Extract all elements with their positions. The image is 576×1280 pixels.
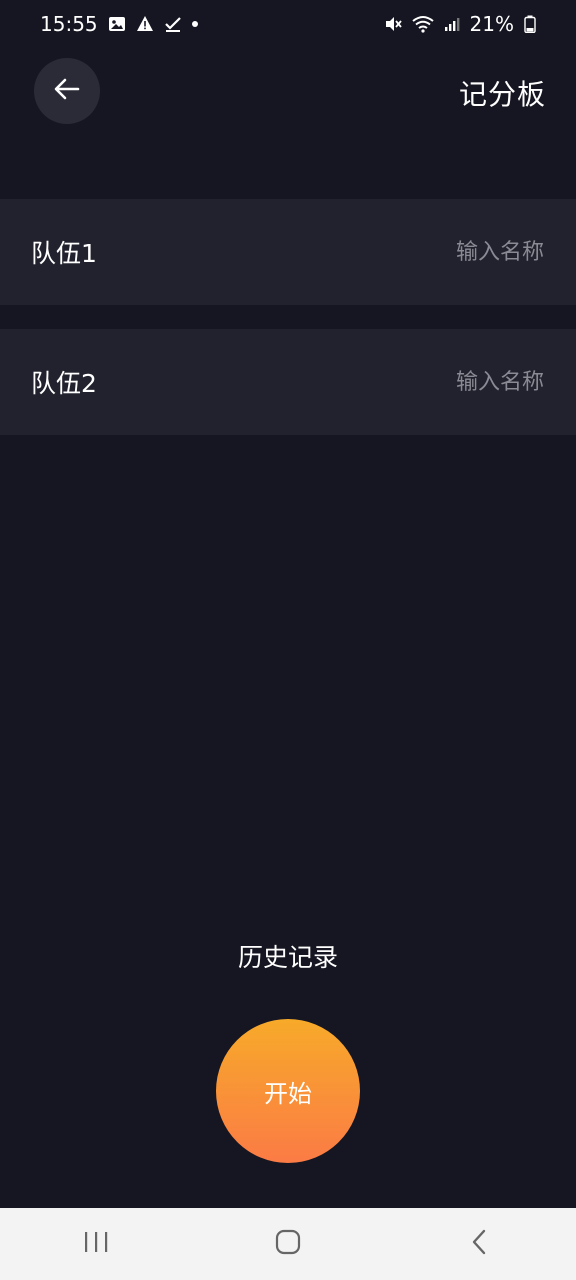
status-time: 15:55 — [40, 12, 98, 36]
arrow-left-icon — [52, 74, 82, 108]
status-left: 15:55 — [40, 12, 198, 36]
team-label-1: 队伍1 — [31, 239, 97, 268]
check-icon — [164, 15, 182, 33]
team-label-2: 队伍2 — [31, 369, 97, 398]
recent-apps-button[interactable] — [56, 1214, 136, 1274]
mute-icon — [384, 15, 402, 33]
team-name-input-1[interactable] — [322, 238, 546, 266]
screen: 15:55 21% 记分板 队伍1 输入名称 队伍2 输入名称 历史记录 开始 — [0, 0, 576, 1280]
page-title: 记分板 — [458, 78, 546, 111]
recent-apps-icon — [82, 1230, 110, 1258]
team-row-1: 队伍1 — [0, 199, 576, 305]
signal-icon — [444, 16, 460, 32]
start-button[interactable]: 开始 — [216, 1019, 360, 1163]
status-right: 21% — [384, 12, 536, 36]
battery-level: 21% — [469, 12, 514, 36]
battery-icon — [524, 15, 536, 33]
history-link[interactable]: 历史记录 — [0, 938, 576, 974]
dot-icon — [191, 21, 198, 27]
back-button[interactable] — [34, 58, 100, 124]
system-back-button[interactable] — [440, 1214, 520, 1274]
status-bar: 15:55 21% — [0, 0, 576, 48]
team-name-input-2[interactable] — [322, 368, 546, 396]
start-button-label: 开始 — [264, 1079, 312, 1108]
home-button[interactable] — [248, 1214, 328, 1274]
wifi-icon — [411, 15, 434, 33]
header: 记分板 — [0, 48, 576, 138]
home-icon — [274, 1228, 302, 1260]
team-row-2: 队伍2 — [0, 329, 576, 435]
back-icon — [468, 1228, 492, 1260]
image-icon — [108, 15, 126, 33]
nav-bar — [0, 1208, 576, 1280]
alert-icon — [136, 15, 154, 33]
